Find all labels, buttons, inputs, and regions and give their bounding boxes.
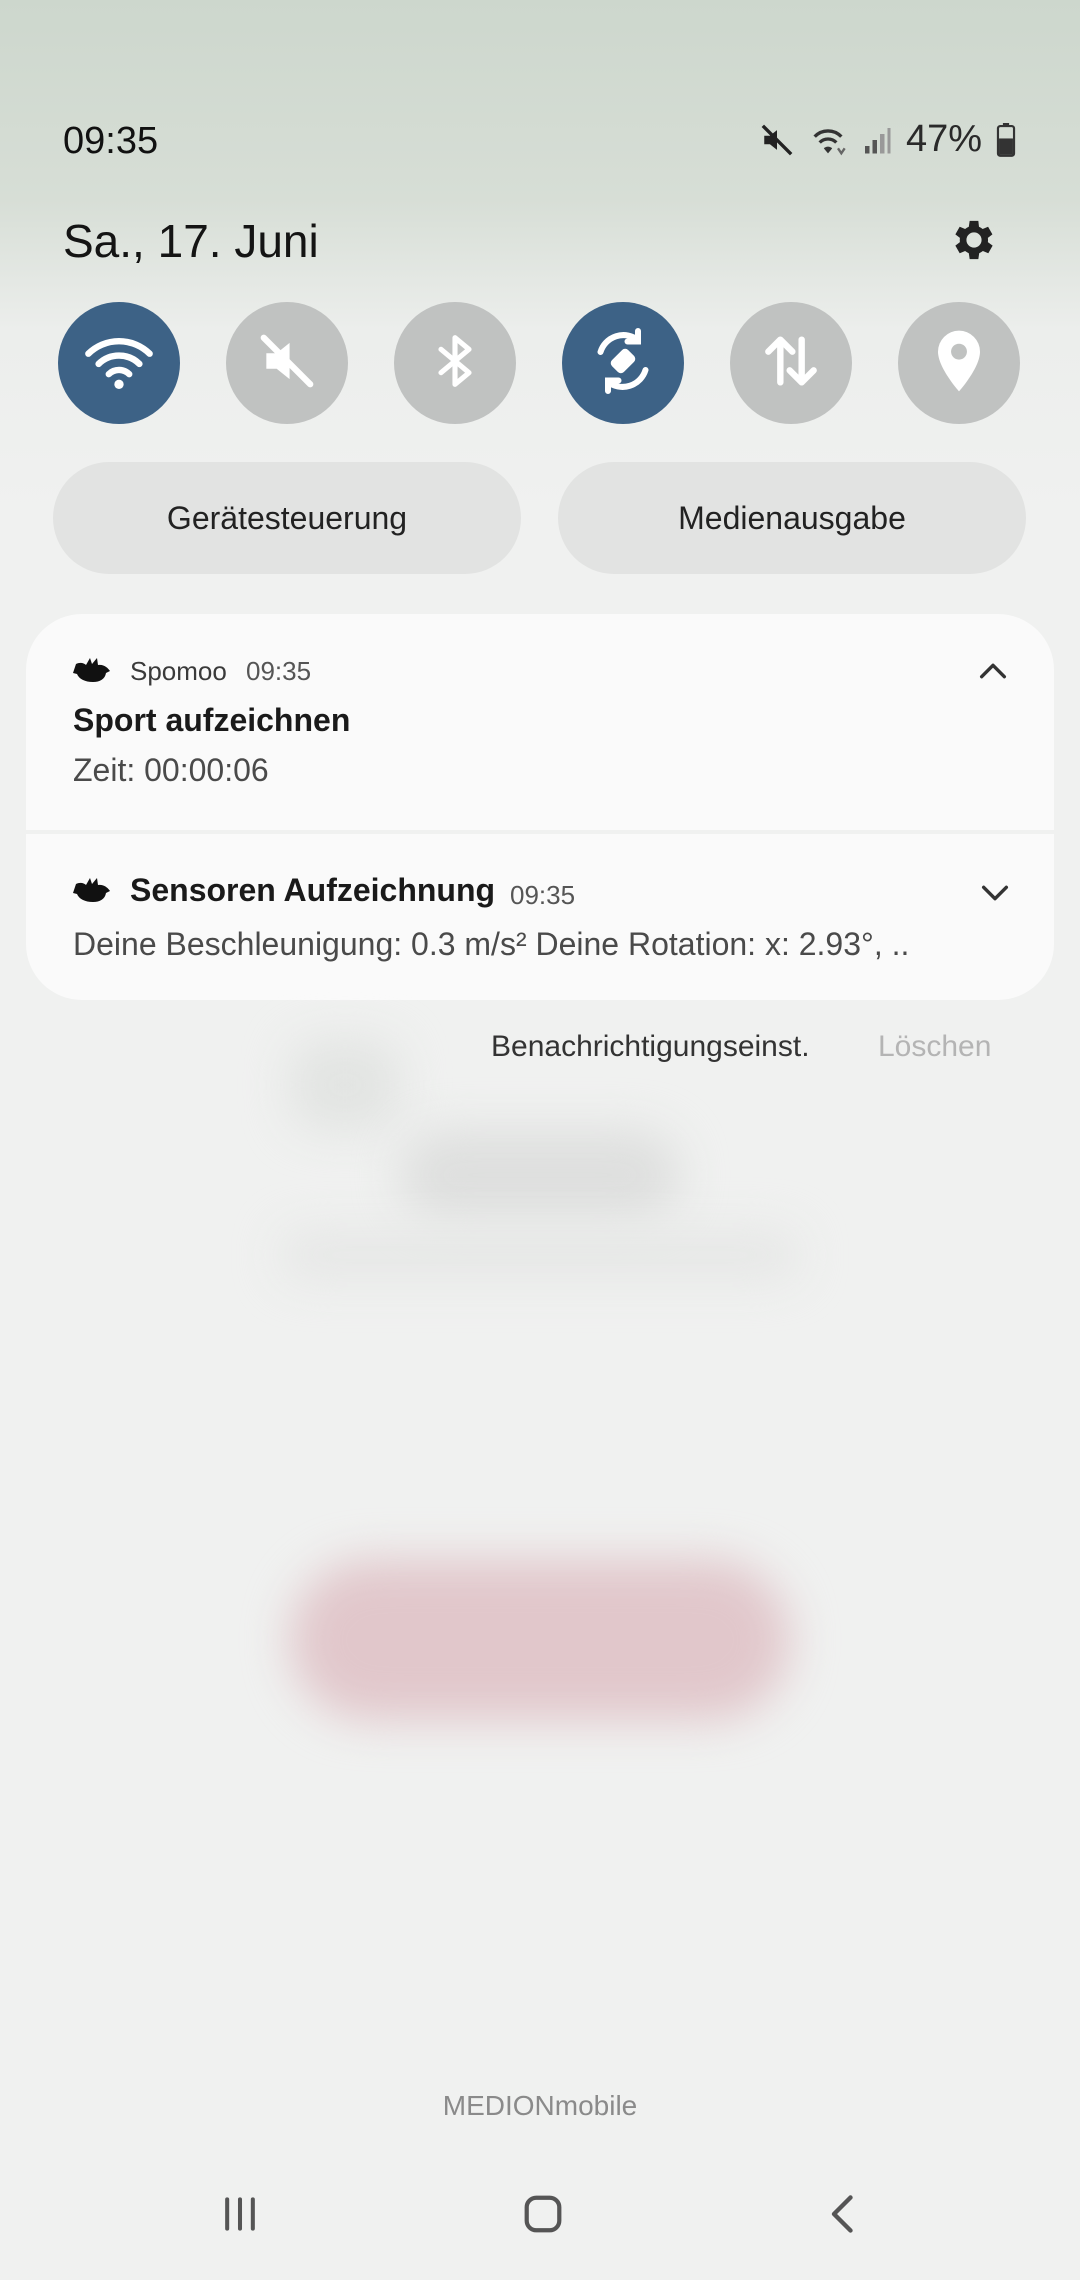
wifi-icon [84, 331, 154, 396]
clear-button[interactable]: Löschen [878, 1030, 991, 1064]
quick-toggles [58, 302, 1020, 424]
recents-button[interactable] [210, 2186, 270, 2246]
rotate-icon [587, 325, 659, 402]
notification-text: Deine Beschleunigung: 0.3 m/s² Deine Rot… [73, 926, 910, 962]
notification-time: 09:35 [510, 880, 576, 910]
mute-icon [256, 330, 318, 397]
blurred-background-button [290, 1560, 790, 1720]
toggle-bluetooth[interactable] [394, 302, 516, 424]
blurred-background-shape [290, 1040, 400, 1130]
status-icons: 47% [760, 118, 1016, 161]
toggle-location[interactable] [898, 302, 1020, 424]
notification-text: Zeit: 00:00:06 [73, 752, 269, 788]
blurred-background-shape [280, 1230, 800, 1280]
toggle-mobile-data[interactable] [730, 302, 852, 424]
toggle-wifi[interactable] [58, 302, 180, 424]
back-icon [823, 2192, 867, 2241]
notification-card-sport[interactable]: Spomoo 09:35 Sport aufzeichnen Zeit: 00:… [26, 614, 1054, 830]
bluetooth-icon [427, 329, 483, 398]
toggle-auto-rotate[interactable] [562, 302, 684, 424]
back-button[interactable] [815, 2186, 875, 2246]
home-button[interactable] [513, 2186, 573, 2246]
spomoo-app-icon [72, 874, 112, 906]
notification-title: Sensoren Aufzeichnung [130, 872, 496, 908]
notification-card-sensors[interactable]: Sensoren Aufzeichnung 09:35 Deine Beschl… [26, 834, 1054, 1000]
notification-time: 09:35 [246, 656, 312, 686]
battery-percent: 47% [905, 118, 982, 160]
data-arrows-icon [759, 329, 823, 398]
mute-icon [760, 123, 794, 157]
battery-icon [996, 122, 1016, 157]
notification-title: Sport aufzeichnen [73, 702, 351, 738]
spomoo-app-icon [72, 654, 112, 686]
media-output-button[interactable]: Medienausgabe [558, 462, 1026, 574]
carrier-label: MEDIONmobile [442, 2090, 638, 2121]
location-pin-icon [931, 328, 987, 399]
home-icon [520, 2191, 566, 2242]
signal-icon [862, 124, 892, 156]
chevron-up-icon[interactable] [976, 654, 1010, 693]
status-time: 09:35 [63, 120, 159, 162]
gear-icon[interactable] [948, 214, 1000, 266]
notification-settings-button[interactable]: Benachrichtigungseinst. [491, 1030, 810, 1064]
notification-app-name: Spomoo [130, 656, 227, 686]
recents-icon [218, 2192, 262, 2241]
chevron-down-icon[interactable] [978, 876, 1012, 915]
date-label: Sa., 17. Juni [63, 215, 319, 267]
toggle-sound[interactable] [226, 302, 348, 424]
device-control-button[interactable]: Gerätesteuerung [53, 462, 521, 574]
wifi-icon [808, 123, 848, 157]
blurred-background-shape [400, 1130, 680, 1220]
